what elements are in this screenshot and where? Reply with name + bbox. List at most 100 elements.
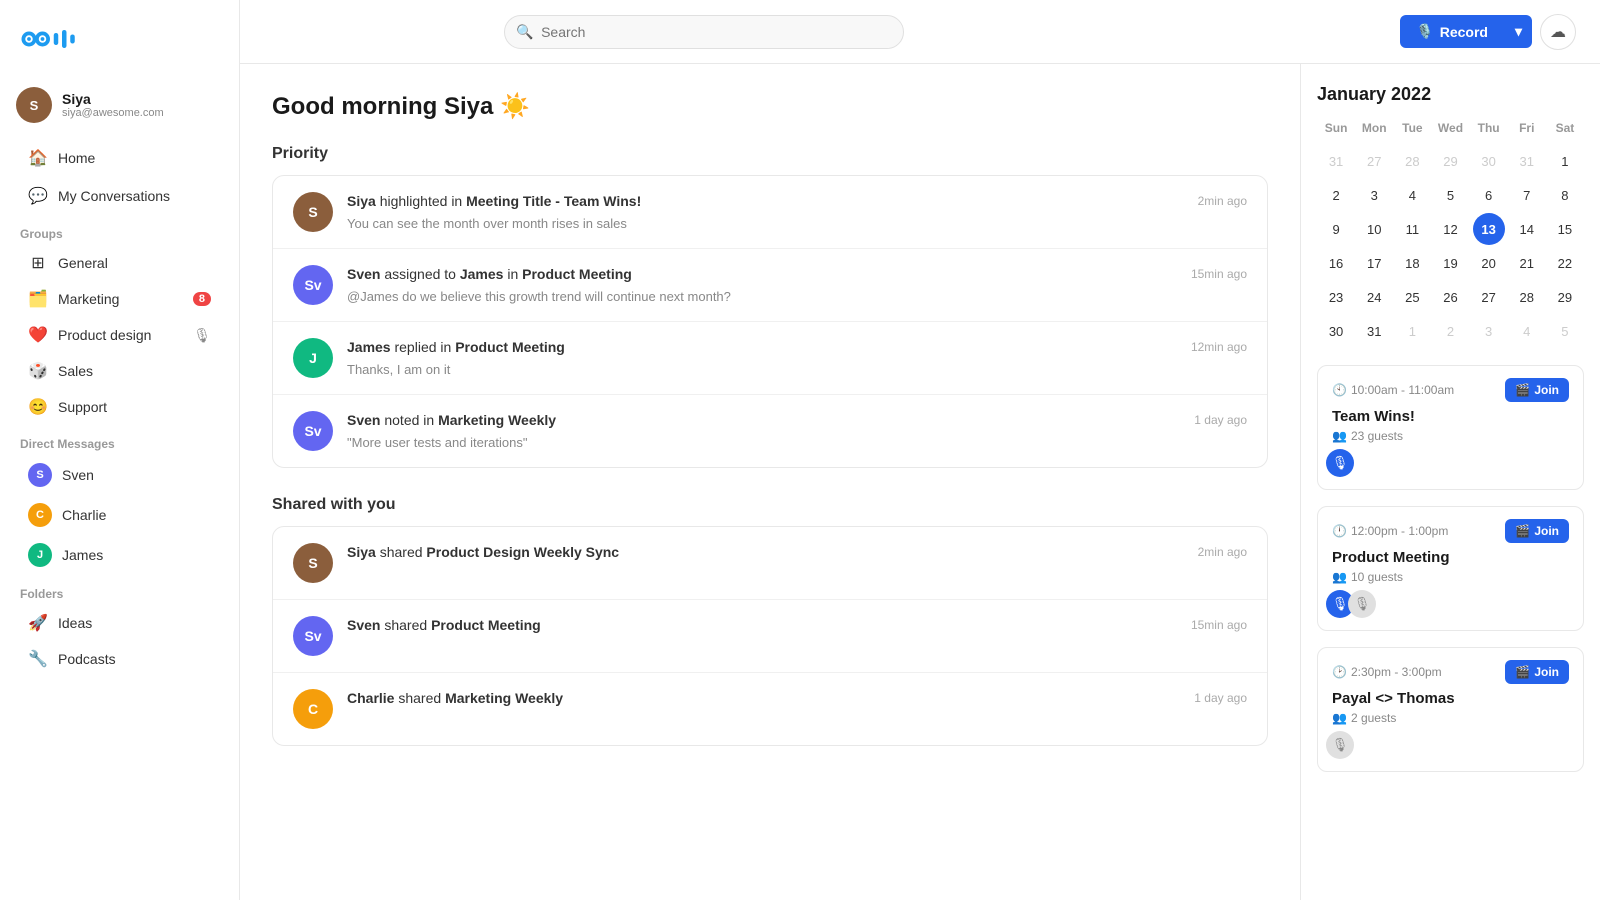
calendar-day-3[interactable]: 3 (1358, 179, 1390, 211)
calendar-day-1[interactable]: 1 (1396, 315, 1428, 347)
time-2: 15min ago (1191, 265, 1247, 281)
card-text-2: Sven assigned to James in Product Meetin… (347, 265, 1177, 285)
right-panel: January 2022 Sun Mon Tue Wed Thu Fri Sat… (1300, 64, 1600, 900)
calendar-day-2[interactable]: 2 (1320, 179, 1352, 211)
shared-action-2: shared (384, 617, 431, 633)
calendar-day-5[interactable]: 5 (1434, 179, 1466, 211)
event-time-row-2: 🕛 12:00pm - 1:00pm 🎬 Join (1332, 519, 1569, 543)
event-time-text-1: 10:00am - 11:00am (1351, 383, 1454, 397)
sidebar-item-sales[interactable]: 🎲 Sales (8, 354, 231, 388)
day-fri: Fri (1508, 117, 1546, 139)
calendar-day-4[interactable]: 4 (1511, 315, 1543, 347)
calendar-day-27[interactable]: 27 (1358, 145, 1390, 177)
search-input[interactable] (504, 15, 904, 49)
sidebar-item-home[interactable]: 🏠 Home (8, 140, 231, 176)
calendar-day-18[interactable]: 18 (1396, 247, 1428, 279)
sidebar-item-product-design[interactable]: ❤️ Product design 🎙 (8, 318, 231, 352)
folders-section-label: Folders (0, 575, 239, 605)
record-label: Record (1440, 24, 1488, 40)
calendar-day-6[interactable]: 6 (1473, 179, 1505, 211)
calendar-day-25[interactable]: 25 (1396, 281, 1428, 313)
record-button[interactable]: 🎙️ Record ▾ (1400, 15, 1532, 48)
product-design-label: Product design (58, 327, 151, 343)
video-icon-3: 🎬 (1515, 665, 1530, 679)
calendar-day-31[interactable]: 31 (1320, 145, 1352, 177)
mic-avatar-3: 🎙 (1326, 731, 1354, 759)
calendar-day-5[interactable]: 5 (1549, 315, 1581, 347)
calendar-day-24[interactable]: 24 (1358, 281, 1390, 313)
calendar-day-10[interactable]: 10 (1358, 213, 1390, 245)
calendar-day-30[interactable]: 30 (1320, 315, 1352, 347)
join-button-1[interactable]: 🎬 Join (1505, 378, 1569, 402)
sidebar-item-dm-james[interactable]: J James (8, 536, 231, 574)
join-button-2[interactable]: 🎬 Join (1505, 519, 1569, 543)
sidebar-item-support[interactable]: 😊 Support (8, 390, 231, 424)
calendar-day-19[interactable]: 19 (1434, 247, 1466, 279)
topbar: 🔍 🎙️ Record ▾ ☁ (240, 0, 1600, 64)
calendar-day-2[interactable]: 2 (1434, 315, 1466, 347)
day-wed: Wed (1431, 117, 1469, 139)
mic-avatar-2-gray: 🎙 (1348, 590, 1376, 618)
sidebar-item-dm-charlie[interactable]: C Charlie (8, 496, 231, 534)
calendar-day-21[interactable]: 21 (1511, 247, 1543, 279)
calendar-day-4[interactable]: 4 (1396, 179, 1428, 211)
logo-area (0, 16, 239, 79)
calendar-day-20[interactable]: 20 (1473, 247, 1505, 279)
calendar-day-17[interactable]: 17 (1358, 247, 1390, 279)
record-dropdown[interactable]: ▾ (1505, 15, 1532, 48)
calendar-day-28[interactable]: 28 (1396, 145, 1428, 177)
calendar-day-3[interactable]: 3 (1473, 315, 1505, 347)
calendar-day-7[interactable]: 7 (1511, 179, 1543, 211)
actor-name-3: James (347, 339, 391, 355)
calendar-day-27[interactable]: 27 (1473, 281, 1505, 313)
calendar-day-9[interactable]: 9 (1320, 213, 1352, 245)
upload-cloud-icon: ☁ (1550, 22, 1566, 42)
conversations-icon: 💬 (28, 186, 48, 206)
calendar-day-11[interactable]: 11 (1396, 213, 1428, 245)
search-bar: 🔍 (504, 15, 904, 49)
calendar-day-26[interactable]: 26 (1434, 281, 1466, 313)
calendar-day-1[interactable]: 1 (1549, 145, 1581, 177)
calendar-day-31[interactable]: 31 (1358, 315, 1390, 347)
calendar-day-15[interactable]: 15 (1549, 213, 1581, 245)
podcasts-label: Podcasts (58, 651, 116, 667)
event-time-text-2: 12:00pm - 1:00pm (1351, 524, 1448, 538)
calendar-day-22[interactable]: 22 (1549, 247, 1581, 279)
user-profile[interactable]: S Siya siya@awesome.com (0, 79, 239, 139)
guests-count-1: 23 guests (1351, 429, 1403, 443)
join-label-1: Join (1534, 383, 1559, 397)
join-label-3: Join (1534, 665, 1559, 679)
sidebar-item-my-conversations[interactable]: 💬 My Conversations (8, 178, 231, 214)
calendar-day-13[interactable]: 13 (1473, 213, 1505, 245)
calendar-day-23[interactable]: 23 (1320, 281, 1352, 313)
sidebar-item-ideas[interactable]: 🚀 Ideas (8, 606, 231, 640)
event-time-row-3: 🕑 2:30pm - 3:00pm 🎬 Join (1332, 660, 1569, 684)
avatar-siya-1: S (293, 192, 333, 232)
event-title-2: Product Meeting (1332, 549, 1569, 566)
sidebar-item-general[interactable]: ⊞ General (8, 246, 231, 280)
calendar-day-29[interactable]: 29 (1549, 281, 1581, 313)
meeting-name-1: Meeting Title - Team Wins! (466, 193, 641, 209)
calendar-day-16[interactable]: 16 (1320, 247, 1352, 279)
calendar-day-14[interactable]: 14 (1511, 213, 1543, 245)
user-email: siya@awesome.com (62, 107, 164, 119)
sidebar-item-marketing[interactable]: 🗂️ Marketing 8 (8, 282, 231, 316)
upload-button[interactable]: ☁ (1540, 14, 1576, 50)
calendar-day-28[interactable]: 28 (1511, 281, 1543, 313)
join-button-3[interactable]: 🎬 Join (1505, 660, 1569, 684)
calendar-day-8[interactable]: 8 (1549, 179, 1581, 211)
event-guests-2: 👥 10 guests (1332, 570, 1569, 584)
subtext-4: "More user tests and iterations" (347, 435, 1180, 450)
shared-action-3: shared (398, 690, 445, 706)
home-icon: 🏠 (28, 148, 48, 168)
shared-time-3: 1 day ago (1194, 689, 1247, 705)
calendar-day-29[interactable]: 29 (1434, 145, 1466, 177)
sales-icon: 🎲 (28, 361, 48, 381)
actor-name-2: Sven (347, 266, 380, 282)
sidebar-item-podcasts[interactable]: 🔧 Podcasts (8, 642, 231, 676)
otter-logo (20, 24, 80, 54)
calendar-day-12[interactable]: 12 (1434, 213, 1466, 245)
calendar-day-30[interactable]: 30 (1473, 145, 1505, 177)
calendar-day-31[interactable]: 31 (1511, 145, 1543, 177)
sidebar-item-dm-sven[interactable]: S Sven (8, 456, 231, 494)
